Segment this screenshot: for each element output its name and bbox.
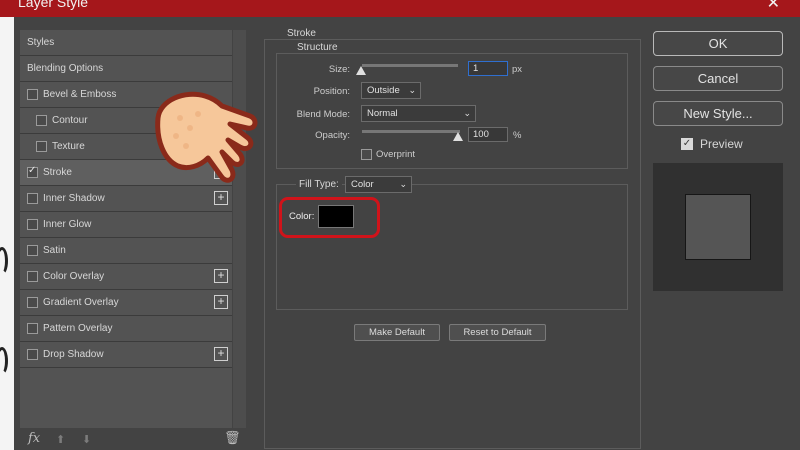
size-slider-thumb[interactable] xyxy=(356,66,366,75)
style-checkbox[interactable] xyxy=(36,115,47,126)
add-icon[interactable]: + xyxy=(214,295,228,309)
style-item-styles[interactable]: Styles xyxy=(20,30,232,56)
title-bar: Layer Style ✕ xyxy=(0,0,800,17)
opacity-label: Opacity: xyxy=(315,130,350,141)
arrow-down-icon[interactable]: ⬇ xyxy=(82,433,91,446)
preview-swatch xyxy=(685,194,751,260)
style-item-label: Inner Glow xyxy=(43,219,92,230)
style-item-color-overlay[interactable]: Color Overlay + xyxy=(20,264,232,290)
trash-icon[interactable]: 🗑 xyxy=(224,430,241,446)
style-checkbox[interactable] xyxy=(27,323,38,334)
style-item-label: Texture xyxy=(52,141,85,152)
style-item-label: Satin xyxy=(43,245,66,256)
size-label: Size: xyxy=(328,64,350,75)
chevron-down-icon: ⌄ xyxy=(408,85,416,95)
preview-thumbnail xyxy=(653,163,783,291)
style-item-label: Contour xyxy=(52,115,88,126)
opacity-slider-thumb[interactable] xyxy=(453,132,463,141)
position-value: Outside xyxy=(367,85,400,96)
canvas-stroke-shape xyxy=(0,347,8,375)
ok-button[interactable]: OK xyxy=(653,31,783,56)
background-canvas-strip xyxy=(0,17,14,450)
chevron-down-icon: ⌄ xyxy=(463,108,471,118)
structure-title: Structure xyxy=(294,42,341,53)
add-icon[interactable]: + xyxy=(214,347,228,361)
blend-mode-value: Normal xyxy=(367,108,398,119)
size-input[interactable]: 1 xyxy=(468,61,508,76)
blend-mode-select[interactable]: Normal ⌄ xyxy=(361,105,476,122)
opacity-input[interactable]: 100 xyxy=(468,127,508,142)
arrow-up-icon[interactable]: ⬆ xyxy=(56,433,65,446)
style-item-label: Stroke xyxy=(43,167,72,178)
color-label: Color: xyxy=(289,211,315,222)
fx-button[interactable]: fx xyxy=(28,431,40,446)
add-icon[interactable]: + xyxy=(214,269,228,283)
style-item-label: Inner Shadow xyxy=(43,193,105,204)
chevron-down-icon: ⌄ xyxy=(399,179,407,189)
overprint-label: Overprint xyxy=(376,149,416,160)
fill-type-select[interactable]: Color ⌄ xyxy=(345,176,412,193)
style-item-drop-shadow[interactable]: Drop Shadow + xyxy=(20,342,232,368)
pointing-hand-icon xyxy=(155,91,258,183)
close-icon[interactable]: ✕ xyxy=(767,0,780,13)
style-item-blending-options[interactable]: Blending Options xyxy=(20,56,232,82)
style-item-gradient-overlay[interactable]: Gradient Overlay + xyxy=(20,290,232,316)
style-checkbox[interactable] xyxy=(27,89,38,100)
size-slider[interactable] xyxy=(362,64,458,67)
preview-checkbox[interactable]: ✓ xyxy=(681,138,693,150)
cancel-button[interactable]: Cancel xyxy=(653,66,783,91)
position-select[interactable]: Outside ⌄ xyxy=(361,82,421,99)
style-item-label: Gradient Overlay xyxy=(43,297,119,308)
styles-footer: fx ⬆ ⬇ 🗑 xyxy=(26,430,246,450)
window-title: Layer Style xyxy=(18,0,89,10)
position-label: Position: xyxy=(313,86,350,97)
style-checkbox[interactable] xyxy=(27,349,38,360)
preview-label: Preview xyxy=(700,137,743,151)
size-unit: px xyxy=(512,64,523,75)
make-default-button[interactable]: Make Default xyxy=(354,324,440,341)
fill-type-label: Fill Type: xyxy=(296,179,342,190)
style-item-inner-glow[interactable]: Inner Glow xyxy=(20,212,232,238)
style-item-label: Bevel & Emboss xyxy=(43,89,117,100)
style-checkbox[interactable] xyxy=(27,245,38,256)
style-checkbox[interactable] xyxy=(27,165,38,178)
new-style-button[interactable]: New Style... xyxy=(653,101,783,126)
style-item-label: Drop Shadow xyxy=(43,349,104,360)
style-item-satin[interactable]: Satin xyxy=(20,238,232,264)
canvas-stroke-shape xyxy=(0,247,8,275)
stroke-color-swatch[interactable] xyxy=(318,205,354,228)
reset-to-default-button[interactable]: Reset to Default xyxy=(449,324,546,341)
fill-type-value: Color xyxy=(351,179,374,190)
opacity-unit: % xyxy=(513,130,522,141)
style-item-label: Styles xyxy=(27,37,55,48)
style-item-label: Color Overlay xyxy=(43,271,105,282)
style-item-label: Pattern Overlay xyxy=(43,323,113,334)
opacity-slider[interactable] xyxy=(362,130,460,133)
blend-mode-label: Blend Mode: xyxy=(296,109,350,120)
style-checkbox[interactable] xyxy=(27,271,38,282)
style-checkbox[interactable] xyxy=(27,193,38,204)
style-checkbox[interactable] xyxy=(27,219,38,230)
stroke-section-title: Stroke xyxy=(284,28,319,39)
overprint-checkbox[interactable] xyxy=(361,149,372,160)
style-item-label: Blending Options xyxy=(27,63,104,74)
style-checkbox[interactable] xyxy=(36,141,47,152)
style-item-pattern-overlay[interactable]: Pattern Overlay xyxy=(20,316,232,342)
style-checkbox[interactable] xyxy=(27,297,38,308)
